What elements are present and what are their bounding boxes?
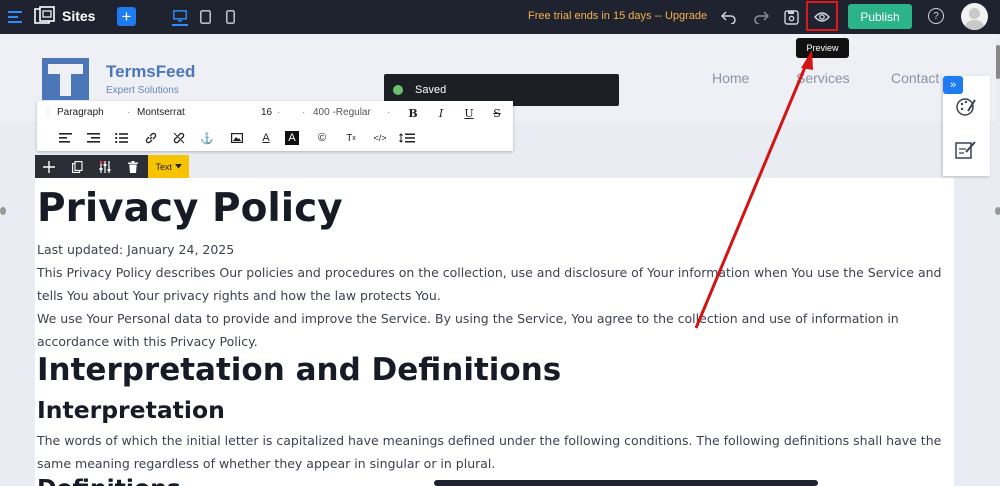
paragraph-line: The words of which the initial letter is… bbox=[37, 433, 942, 448]
bottom-bar bbox=[434, 480, 818, 486]
indent-icon[interactable] bbox=[85, 130, 101, 146]
font-weight-select[interactable]: 400 -Regular bbox=[313, 107, 371, 118]
paragraph-line: We use Your Personal data to provide and… bbox=[37, 311, 899, 326]
font-size-input[interactable]: 16 bbox=[261, 107, 272, 118]
element-type-dropdown[interactable]: Text bbox=[148, 155, 189, 178]
site-brand-name[interactable]: TermsFeed bbox=[106, 62, 195, 82]
nav-link-services[interactable]: Services bbox=[796, 70, 850, 86]
nav-link-home[interactable]: Home bbox=[712, 70, 749, 86]
redo-icon[interactable] bbox=[751, 7, 771, 27]
paragraph-line: same meaning regardless of whether they … bbox=[37, 456, 496, 471]
left-resize-handle[interactable] bbox=[0, 207, 6, 215]
preview-highlight-box bbox=[806, 1, 838, 31]
site-tagline: Expert Solutions bbox=[106, 85, 179, 96]
image-icon[interactable] bbox=[229, 130, 245, 146]
duplicate-icon[interactable] bbox=[63, 155, 91, 178]
drag-handle-icon[interactable]: ⋮ bbox=[43, 107, 53, 118]
desktop-view-icon[interactable] bbox=[172, 8, 188, 26]
publish-button[interactable]: Publish bbox=[848, 4, 912, 29]
mobile-view-icon[interactable] bbox=[222, 8, 238, 26]
paragraph-line: tells You about Your privacy rights and … bbox=[37, 288, 441, 303]
block-type-select[interactable]: Paragraph bbox=[57, 107, 104, 118]
avatar[interactable] bbox=[961, 3, 988, 30]
heading-interpretation-definitions: Interpretation and Definitions bbox=[37, 352, 562, 388]
tablet-view-icon[interactable] bbox=[197, 8, 213, 26]
heading-definitions: Definitions bbox=[37, 474, 181, 486]
nav-link-contact[interactable]: Contact bbox=[891, 70, 939, 86]
element-toolbar: Text bbox=[35, 155, 189, 178]
settings-sliders-icon[interactable] bbox=[91, 155, 119, 178]
text-block[interactable]: Privacy Policy Last updated: January 24,… bbox=[35, 178, 954, 486]
text-format-toolbar: ⋮ Paragraph · Montserrat · 16 · 400 -Reg… bbox=[37, 101, 513, 151]
scrollbar-thumb[interactable] bbox=[996, 45, 1000, 79]
heading-interpretation: Interpretation bbox=[37, 396, 225, 424]
save-icon[interactable] bbox=[781, 7, 801, 27]
strikethrough-button[interactable]: S bbox=[489, 105, 505, 121]
copyright-icon[interactable]: © bbox=[314, 130, 330, 146]
underline-button[interactable]: U bbox=[461, 105, 477, 121]
font-family-select[interactable]: Montserrat bbox=[137, 107, 185, 118]
clear-format-icon[interactable]: Tx bbox=[343, 130, 359, 146]
site-logo-icon[interactable] bbox=[42, 58, 89, 100]
anchor-icon[interactable]: ⚓ bbox=[199, 130, 215, 146]
italic-button[interactable]: I bbox=[433, 105, 449, 121]
preview-tooltip: Preview bbox=[796, 38, 849, 58]
paragraph-line: This Privacy Policy describes Our polici… bbox=[37, 265, 942, 280]
editor-topbar: Sites + Free trial ends in 15 days -- Up… bbox=[0, 0, 1000, 34]
last-updated: Last updated: January 24, 2025 bbox=[37, 242, 235, 257]
expand-panel-icon[interactable]: » bbox=[943, 76, 963, 94]
trial-notice: Free trial ends in 15 days -- Upgrade bbox=[528, 10, 708, 22]
saved-text: Saved bbox=[415, 84, 447, 96]
text-color-icon[interactable]: A bbox=[258, 130, 274, 146]
unlink-icon[interactable] bbox=[171, 130, 187, 146]
delete-icon[interactable] bbox=[119, 155, 147, 178]
move-icon[interactable] bbox=[35, 155, 63, 178]
right-resize-handle[interactable] bbox=[995, 207, 1000, 215]
add-element-button[interactable]: + bbox=[117, 7, 136, 26]
design-palette-icon[interactable] bbox=[955, 96, 977, 123]
hamburger-menu-icon[interactable] bbox=[6, 8, 24, 26]
page-title: Privacy Policy bbox=[37, 186, 343, 231]
sites-icon[interactable] bbox=[34, 6, 56, 26]
link-icon[interactable] bbox=[143, 130, 159, 146]
align-left-icon[interactable] bbox=[57, 130, 73, 146]
undo-icon[interactable] bbox=[719, 7, 739, 27]
edit-page-icon[interactable] bbox=[955, 140, 977, 165]
upgrade-link[interactable]: Upgrade bbox=[665, 10, 707, 22]
paragraph-line: accordance with this Privacy Policy. bbox=[37, 334, 258, 349]
help-icon[interactable]: ? bbox=[928, 8, 944, 24]
background-color-icon[interactable]: A bbox=[285, 131, 299, 145]
list-icon[interactable] bbox=[113, 130, 129, 146]
code-icon[interactable]: </> bbox=[372, 130, 388, 146]
bold-button[interactable]: B bbox=[405, 105, 421, 121]
sites-label[interactable]: Sites bbox=[62, 8, 95, 24]
line-height-icon[interactable] bbox=[399, 130, 415, 146]
format-row-2: ⚓ A A © Tx </> bbox=[37, 126, 513, 150]
format-row-1: ⋮ Paragraph · Montserrat · 16 · 400 -Reg… bbox=[37, 101, 513, 125]
success-dot-icon bbox=[393, 85, 403, 95]
